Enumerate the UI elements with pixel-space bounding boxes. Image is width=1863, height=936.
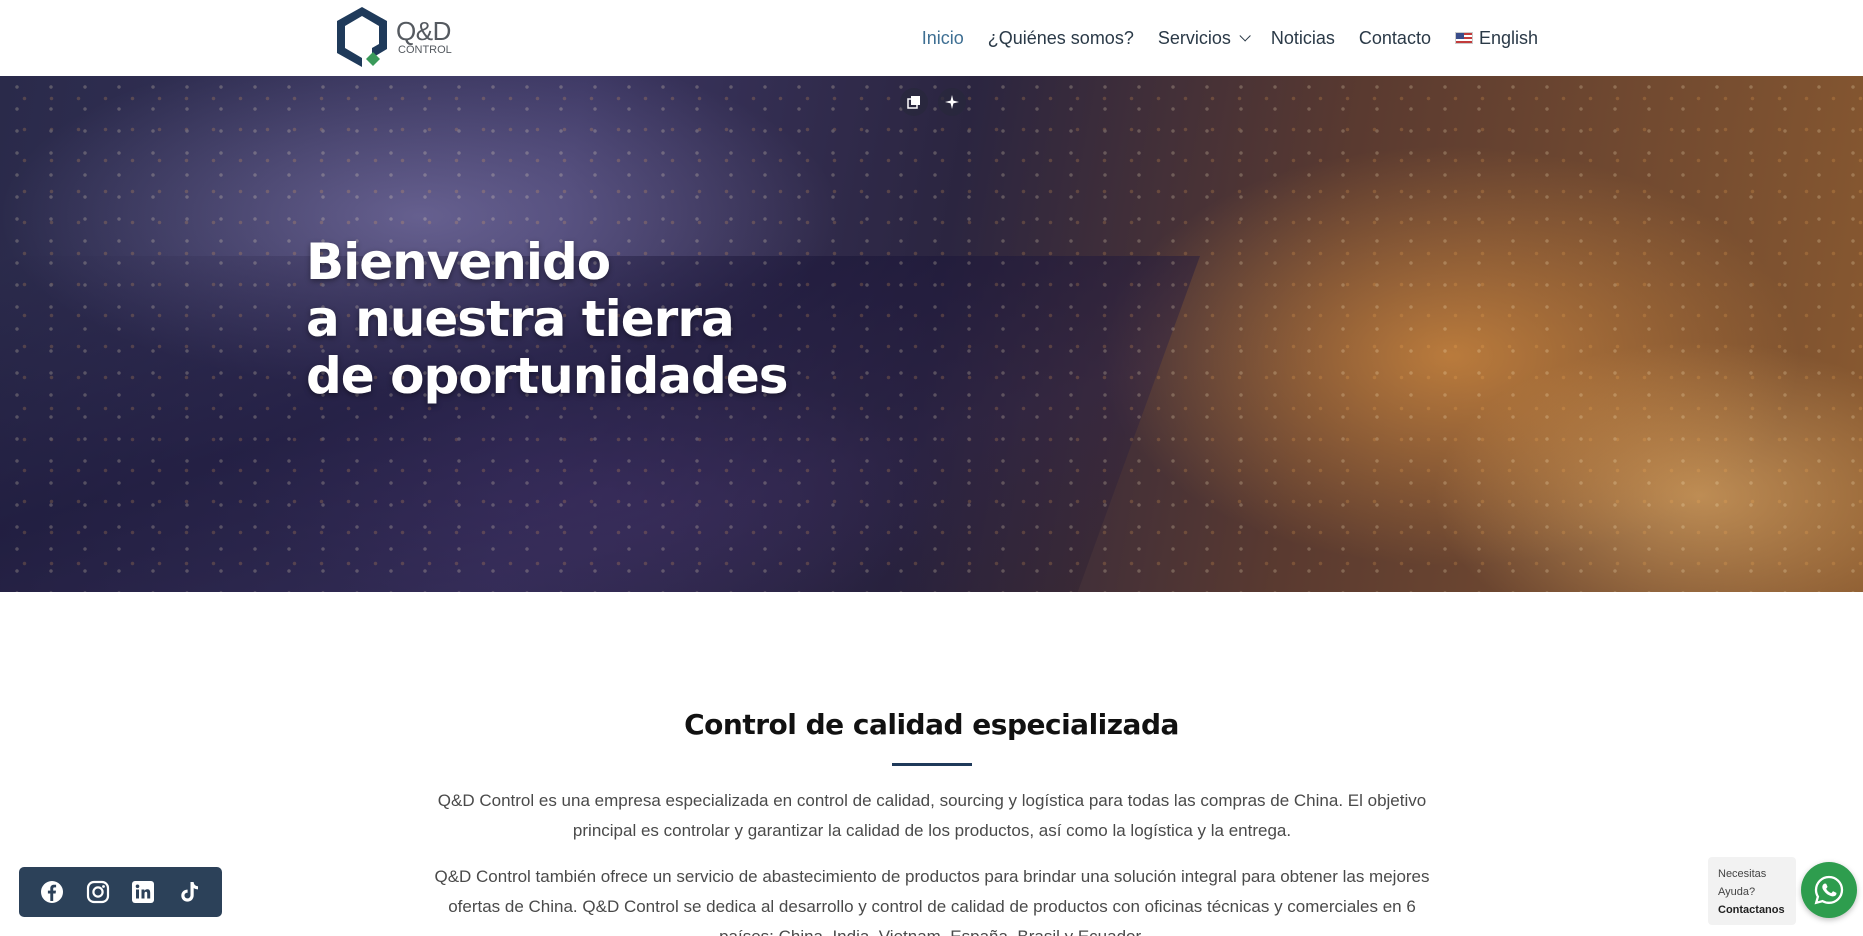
- intro-section: Control de calidad especializada Q&D Con…: [0, 592, 1863, 936]
- hero-line-2-bold: tierra: [581, 290, 735, 348]
- logo-sub: CONTROL: [398, 44, 452, 56]
- nav-item-quienes-somos[interactable]: ¿Quiénes somos?: [976, 28, 1146, 49]
- social-bar: [19, 867, 222, 917]
- whatsapp-icon: [1814, 875, 1844, 905]
- nav-item-noticias[interactable]: Noticias: [1259, 28, 1347, 49]
- linkedin-icon[interactable]: [130, 879, 156, 905]
- site-header: Q&D CONTROL Inicio ¿Quiénes somos? Servi…: [0, 0, 1863, 76]
- logo-name: Q&D: [396, 16, 451, 46]
- sparkle-icon[interactable]: [938, 88, 966, 116]
- instagram-icon[interactable]: [85, 879, 111, 905]
- logo-mark-icon: [337, 7, 387, 67]
- hero-port-lights: [0, 76, 1863, 592]
- hero-headline: Bienvenido a nuestra tierra de oportunid…: [306, 234, 788, 405]
- intro-paragraph-2: Q&D Control también ofrece un servicio d…: [434, 867, 1430, 936]
- nav-label: ¿Quiénes somos?: [987, 27, 1134, 48]
- nav-label: Noticias: [1270, 27, 1335, 48]
- nav-label: Servicios: [1157, 27, 1231, 48]
- intro-paragraph-1: Q&D Control es una empresa especializada…: [437, 791, 1427, 840]
- hero-line-3: de oportunidades: [306, 347, 788, 405]
- nav-item-inicio[interactable]: Inicio: [910, 28, 976, 49]
- open-in-window-icon[interactable]: [900, 88, 928, 116]
- whatsapp-button[interactable]: [1801, 862, 1857, 918]
- hero-banner: Bienvenido a nuestra tierra de oportunid…: [0, 76, 1863, 592]
- us-flag-icon: [1454, 32, 1473, 44]
- hero-line-1: Bienvenido: [306, 233, 611, 291]
- help-line-2: Ayuda?: [1718, 886, 1756, 898]
- chevron-down-icon: [1239, 30, 1251, 42]
- hero-line-2-light: a nuestra: [306, 290, 582, 348]
- help-line-3: Contactanos: [1718, 904, 1785, 916]
- hero-image-tools: [900, 88, 966, 116]
- section-title: Control de calidad especializada: [684, 708, 1179, 741]
- site-logo[interactable]: Q&D CONTROL: [332, 4, 472, 70]
- nav-label: English: [1478, 27, 1538, 48]
- help-tooltip[interactable]: Necesitas Ayuda? Contactanos: [1708, 857, 1796, 925]
- tiktok-icon[interactable]: [176, 879, 202, 905]
- nav-item-servicios[interactable]: Servicios: [1146, 28, 1259, 49]
- language-switch-english[interactable]: English: [1443, 28, 1550, 49]
- nav-label: Contacto: [1358, 27, 1431, 48]
- facebook-icon[interactable]: [39, 879, 65, 905]
- title-divider: [892, 763, 972, 766]
- main-nav: Inicio ¿Quiénes somos? Servicios Noticia…: [910, 0, 1550, 76]
- logo-text: Q&D CONTROL: [396, 18, 452, 56]
- nav-label: Inicio: [921, 27, 964, 48]
- nav-item-contacto[interactable]: Contacto: [1347, 28, 1443, 49]
- help-line-1: Necesitas: [1718, 868, 1767, 880]
